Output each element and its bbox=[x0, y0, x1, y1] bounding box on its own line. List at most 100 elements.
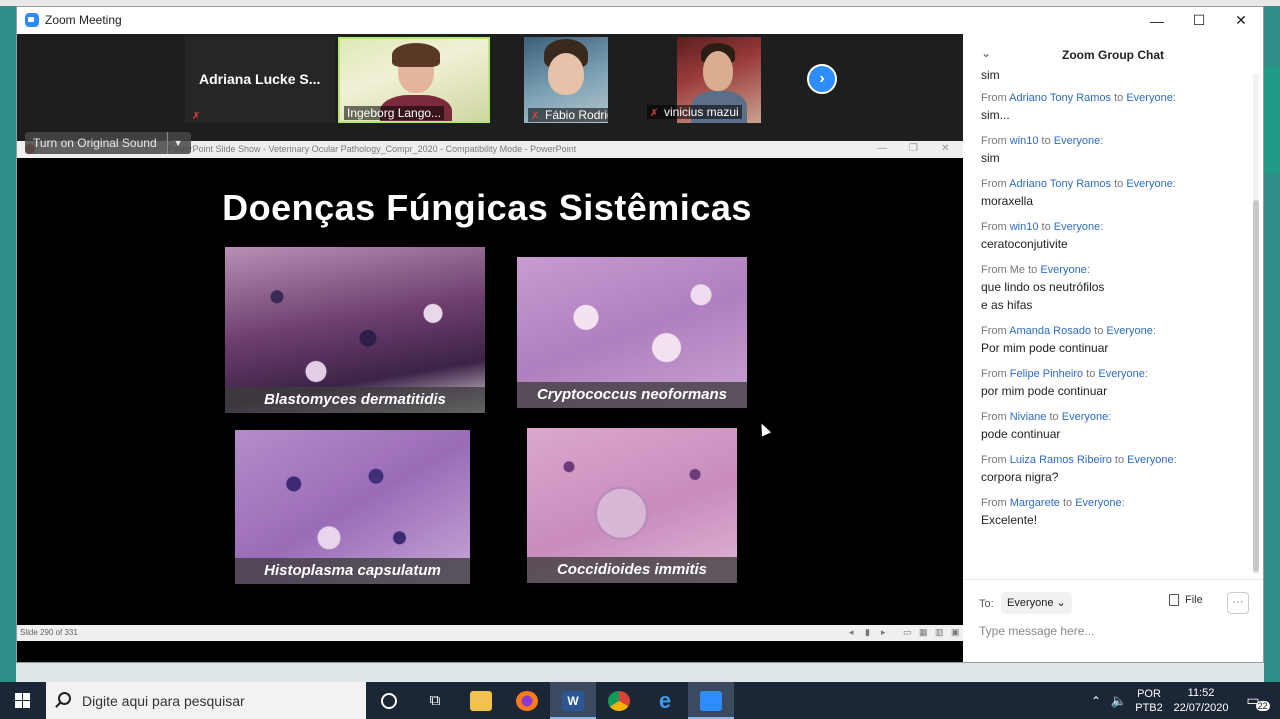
ppt-window-title: PowerPoint Slide Show - Veterinary Ocula… bbox=[167, 144, 577, 154]
sender-name[interactable]: Margarete bbox=[1010, 497, 1060, 509]
sorter-view-icon: ▦ bbox=[919, 627, 928, 637]
micrograph-image: Blastomyces dermatitidis bbox=[225, 247, 485, 413]
taskbar-search[interactable]: Digite aqui para pesquisar bbox=[46, 682, 366, 719]
chat-message: From Adriano Tony Ramos to Everyone: sim… bbox=[981, 90, 1251, 124]
chat-message: From Margarete to Everyone: Excelente! bbox=[981, 495, 1251, 529]
chat-composer: To: Everyone ⌄ File ··· bbox=[963, 579, 1263, 662]
volume-button[interactable]: 🔈 bbox=[1108, 682, 1130, 719]
recipient-name[interactable]: Everyone bbox=[1054, 221, 1100, 233]
sender-name[interactable]: win10 bbox=[1010, 135, 1039, 147]
chat-scrollbar[interactable] bbox=[1253, 74, 1259, 574]
close-button[interactable]: ✕ bbox=[1219, 7, 1263, 34]
sender-name[interactable]: Amanda Rosado bbox=[1009, 325, 1091, 337]
task-view-icon: ⧉ bbox=[429, 692, 441, 709]
sender-name[interactable]: win10 bbox=[1010, 221, 1039, 233]
firefox-icon bbox=[516, 690, 538, 711]
firefox-button[interactable] bbox=[504, 682, 550, 719]
search-icon bbox=[58, 692, 71, 705]
sender-name[interactable]: Luiza Ramos Ribeiro bbox=[1010, 454, 1112, 466]
message-text: moraxella bbox=[981, 194, 1034, 208]
show-hidden-icons-button[interactable]: ⌃ bbox=[1086, 682, 1106, 719]
edge-button[interactable]: e bbox=[642, 682, 688, 719]
image-caption: Blastomyces dermatitidis bbox=[225, 387, 485, 413]
chrome-button[interactable] bbox=[596, 682, 642, 719]
participant-label: Fábio Rodrig... bbox=[545, 108, 608, 122]
pause-icon: ▮ bbox=[865, 627, 870, 637]
more-options-button[interactable]: ··· bbox=[1227, 592, 1249, 614]
chat-message: From Amanda Rosado to Everyone: Por mim … bbox=[981, 323, 1251, 357]
micrograph-image: Histoplasma capsulatum bbox=[235, 430, 470, 584]
message-text: Por mim pode continuar bbox=[981, 341, 1109, 355]
recipient-name[interactable]: Everyone bbox=[1062, 411, 1108, 423]
message-text: sim bbox=[981, 151, 1000, 165]
chat-message: From Me to Everyone: que lindo os neutró… bbox=[981, 262, 1251, 314]
chat-message: From win10 to Everyone: ceratoconjutivit… bbox=[981, 219, 1251, 253]
scrollbar-thumb[interactable] bbox=[1253, 200, 1259, 572]
participant-tile[interactable]: Ingeborg Lango... bbox=[338, 37, 490, 123]
to-label: To: bbox=[979, 598, 994, 610]
participant-strip: Adriana Lucke S... ✗ Ingeborg Lango... ✗… bbox=[17, 34, 963, 141]
recipient-select[interactable]: Everyone ⌄ bbox=[1001, 592, 1072, 614]
minimize-button[interactable]: — bbox=[1135, 7, 1179, 34]
recipient-name[interactable]: Everyone bbox=[1106, 325, 1152, 337]
slide-title: Doenças Fúngicas Sistêmicas bbox=[222, 187, 752, 228]
next-slide-icon: ▸ bbox=[881, 627, 886, 637]
micrograph-image: Cryptococcus neoformans bbox=[517, 257, 747, 408]
recipient-name[interactable]: Everyone bbox=[1054, 135, 1100, 147]
message-text: sim... bbox=[981, 108, 1010, 122]
message-input[interactable] bbox=[979, 622, 1249, 640]
sender-name[interactable]: Adriano Tony Ramos bbox=[1009, 178, 1111, 190]
recipient-name[interactable]: Everyone bbox=[1127, 454, 1173, 466]
recipient-name[interactable]: Everyone bbox=[1040, 264, 1086, 276]
chat-message: From Adriano Tony Ramos to Everyone: mor… bbox=[981, 176, 1251, 210]
notifications-button[interactable]: ▭ 22 bbox=[1238, 682, 1278, 719]
sender-name[interactable]: Adriano Tony Ramos bbox=[1009, 92, 1111, 104]
mic-muted-icon: ✗ bbox=[650, 108, 659, 119]
cortana-button[interactable] bbox=[366, 682, 412, 719]
next-participants-button[interactable]: › bbox=[807, 64, 837, 94]
zoom-taskbar-button[interactable] bbox=[688, 682, 734, 719]
sender-name[interactable]: Felipe Pinheiro bbox=[1010, 368, 1083, 380]
clock-time: 11:52 bbox=[1187, 686, 1215, 699]
file-button[interactable]: File bbox=[1169, 594, 1203, 607]
word-button[interactable]: W bbox=[550, 682, 596, 719]
original-sound-button[interactable]: Turn on Original Sound ▼ bbox=[25, 132, 191, 154]
window-title: Zoom Meeting bbox=[45, 13, 122, 27]
message-text: e as hifas bbox=[981, 298, 1033, 312]
recipient-name[interactable]: Everyone bbox=[1126, 178, 1172, 190]
micrograph-image: Coccidioides immitis bbox=[527, 428, 737, 583]
chevron-down-icon[interactable]: ▼ bbox=[166, 132, 183, 154]
folder-icon bbox=[470, 690, 492, 711]
taskbar: Digite aqui para pesquisar ⧉ W e ⌃ 🔈 POR… bbox=[0, 682, 1280, 719]
original-sound-label: Turn on Original Sound bbox=[33, 136, 157, 150]
chat-messages: sim From Adriano Tony Ramos to Everyone:… bbox=[981, 68, 1251, 538]
word-icon: W bbox=[562, 690, 584, 711]
language-indicator[interactable]: POR PTB2 bbox=[1132, 682, 1166, 719]
normal-view-icon: ▭ bbox=[903, 627, 912, 637]
sender-name: Me bbox=[1009, 264, 1026, 276]
recipient-name[interactable]: Everyone bbox=[1126, 92, 1172, 104]
recipient-name[interactable]: Everyone bbox=[1098, 368, 1144, 380]
maximize-button[interactable]: ☐ bbox=[1177, 7, 1221, 34]
image-caption: Coccidioides immitis bbox=[527, 557, 737, 583]
participant-tile[interactable]: Adriana Lucke S... ✗ bbox=[185, 37, 335, 123]
participant-tile[interactable]: ✗ Fábio Rodrig... bbox=[524, 37, 608, 123]
participant-label: vinicius mazui bbox=[664, 105, 739, 119]
chevron-down-icon: ⌄ bbox=[1056, 597, 1066, 609]
edge-icon: e bbox=[658, 687, 672, 713]
file-explorer-button[interactable] bbox=[458, 682, 504, 719]
task-view-button[interactable]: ⧉ bbox=[412, 682, 458, 719]
ppt-restore-icon: ❐ bbox=[909, 143, 918, 154]
reading-view-icon: ▥ bbox=[935, 627, 944, 637]
slideshow-view-icon: ▣ bbox=[951, 627, 960, 637]
ppt-minimize-icon: — bbox=[877, 143, 887, 154]
recipient-name[interactable]: Everyone bbox=[1075, 497, 1121, 509]
sender-name[interactable]: Niviane bbox=[1010, 411, 1047, 423]
zoom-icon bbox=[700, 690, 722, 711]
mic-muted-icon: ✗ bbox=[192, 111, 201, 122]
chevron-up-icon: ⌃ bbox=[1090, 693, 1102, 708]
mouse-cursor-icon bbox=[756, 421, 772, 437]
start-button[interactable] bbox=[0, 682, 44, 719]
clock[interactable]: 11:52 22/07/2020 bbox=[1168, 682, 1234, 719]
clock-date: 22/07/2020 bbox=[1173, 701, 1229, 714]
